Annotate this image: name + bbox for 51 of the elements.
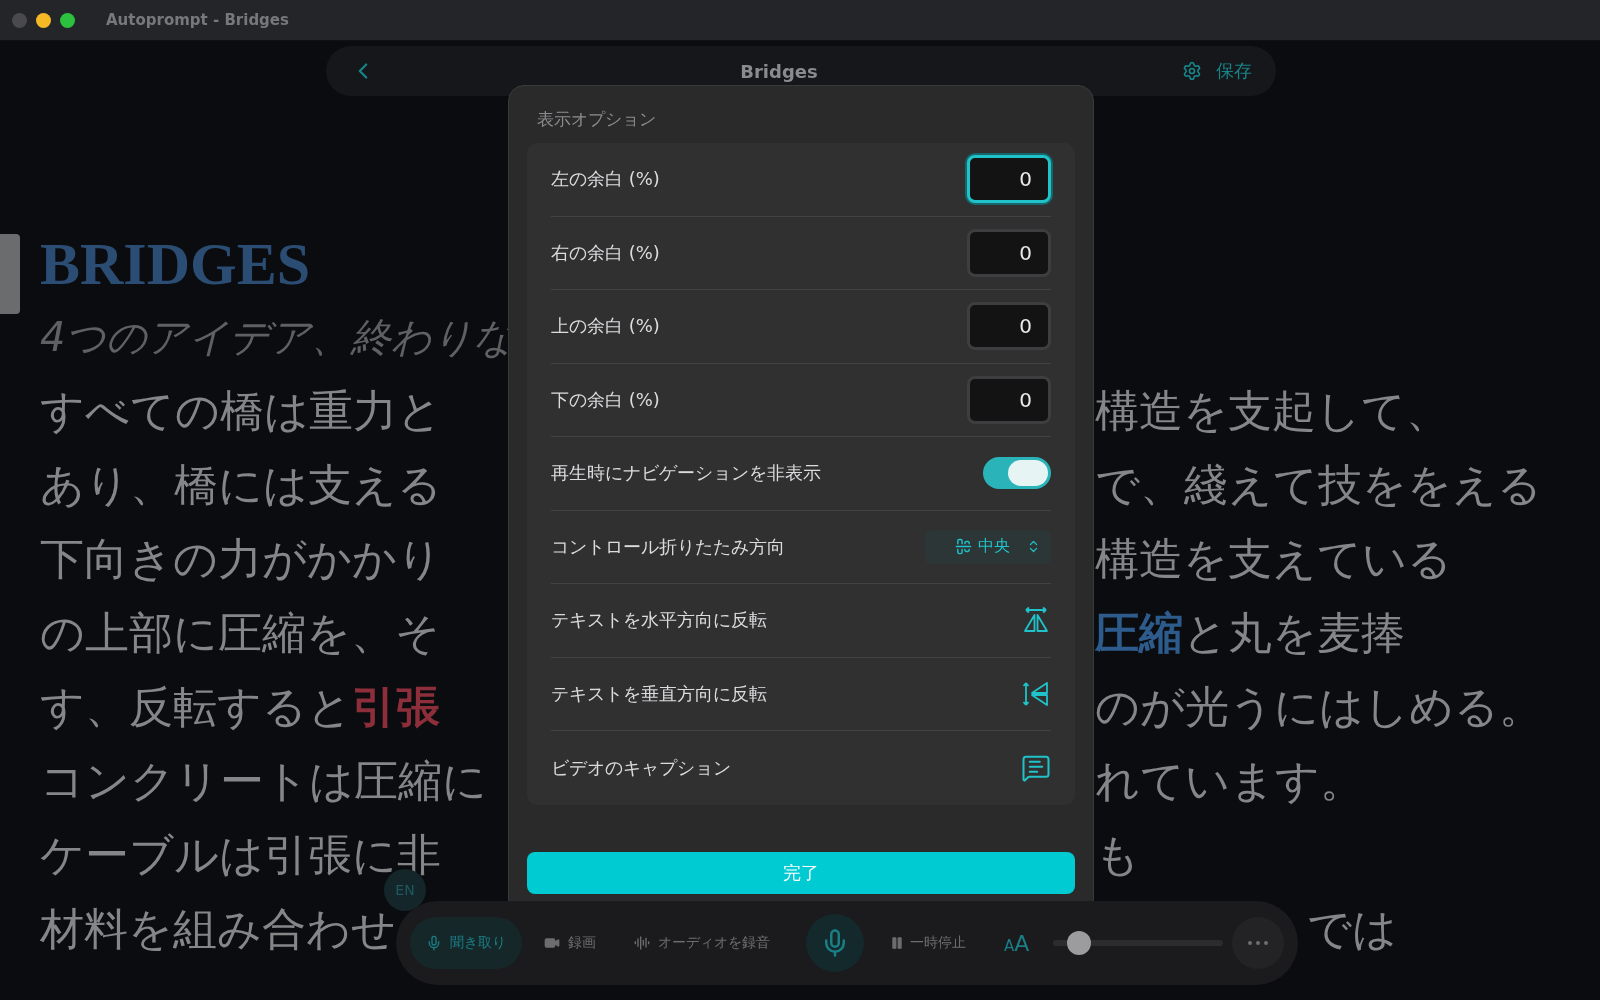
save-button[interactable]: 保存 [1216, 59, 1252, 83]
video-camera-icon [544, 935, 560, 951]
option-label: 上の余白 (%) [551, 314, 660, 339]
pause-button[interactable]: 一時停止 [884, 933, 972, 953]
dialog-title: 表示オプション [537, 108, 657, 131]
option-label: テキストを水平方向に反転 [551, 608, 767, 633]
script-text: では [1307, 901, 1397, 956]
audio-wave-icon [634, 935, 650, 951]
script-text: 圧縮と丸を麦捧 [1095, 605, 1405, 660]
number-field[interactable]: 0 [967, 302, 1051, 351]
dropdown[interactable]: 中央 [925, 529, 1051, 564]
document-title: Bridges [739, 60, 819, 82]
mode-button[interactable]: 録画 [528, 917, 612, 969]
script-text: の上部に圧縮を、そ [40, 605, 440, 660]
script-text: れています。 [1095, 753, 1364, 808]
script-text: す、反転すると 引張 [40, 679, 440, 734]
script-text: 下向きの力がかかり [40, 531, 442, 586]
text-size-label: AA [1004, 930, 1030, 956]
minimize-button[interactable] [36, 12, 51, 28]
window-title: Autoprompt - Bridges [106, 11, 289, 29]
script-title: BRIDGES [40, 230, 311, 299]
mode-button[interactable]: オーディオを録音 [618, 917, 786, 969]
option-label: ビデオのキャプション [551, 755, 731, 780]
option-label: 右の余白 (%) [551, 240, 660, 265]
script-text: 構造を支えている [1095, 531, 1452, 586]
slider-thumb[interactable] [1066, 931, 1091, 955]
maximize-button[interactable] [60, 12, 75, 28]
script-text: のが光うにはしめる。 [1095, 679, 1543, 734]
number-field[interactable]: 0 [967, 228, 1051, 277]
option-label: 左の余白 (%) [551, 167, 660, 192]
option-label: 再生時にナビゲーションを非表示 [551, 461, 821, 486]
option-label: 下の余白 (%) [551, 387, 660, 412]
toggle-switch[interactable] [983, 457, 1051, 490]
option-label: テキストを垂直方向に反転 [551, 681, 767, 706]
text-size-slider[interactable] [1053, 931, 1224, 955]
more-icon [1248, 941, 1268, 945]
align-center-icon [955, 538, 972, 556]
script-text: 構造を支起して、 [1095, 383, 1450, 438]
mode-button[interactable]: 聞き取り [410, 917, 522, 969]
script-text: コンクリートは圧縮に [40, 753, 487, 808]
option-label: コントロール折りたたみ方向 [551, 534, 785, 559]
script-text: すべての橋は重力と [40, 383, 442, 438]
script-text: も [1095, 827, 1140, 882]
scroll-handle[interactable] [0, 234, 20, 314]
script-text: あり、橋には支える [40, 457, 442, 512]
microphone-icon [426, 935, 442, 951]
number-field[interactable]: 0 [967, 375, 1051, 424]
settings-icon[interactable] [1182, 61, 1202, 81]
pause-icon [890, 936, 904, 950]
number-field[interactable]: 0 [967, 155, 1051, 204]
script-text: で、綫えて技ををえる [1095, 457, 1542, 512]
